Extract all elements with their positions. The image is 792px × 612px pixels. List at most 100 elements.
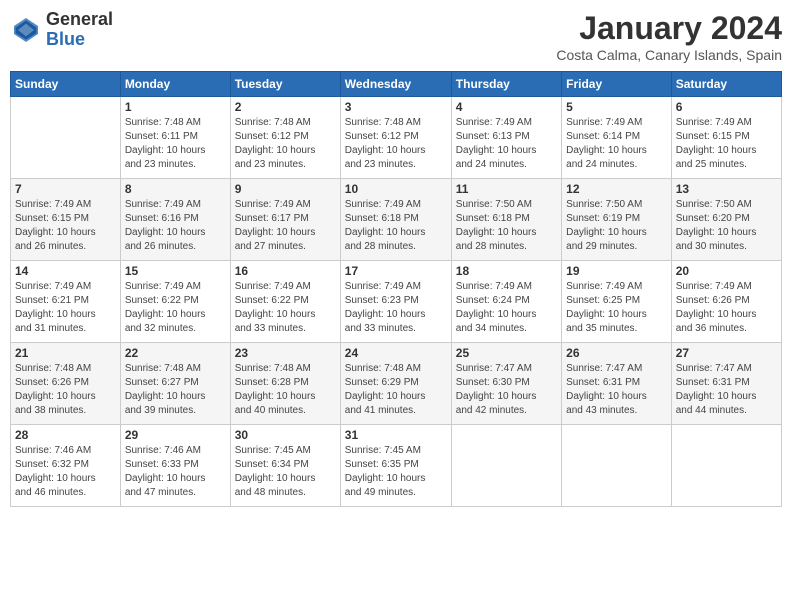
logo-text: General Blue (46, 10, 113, 50)
calendar-cell: 23 Sunrise: 7:48 AM Sunset: 6:28 PM Dayli… (230, 343, 340, 425)
calendar-cell: 13Sunrise: 7:50 AM Sunset: 6:20 PM Dayli… (671, 179, 781, 261)
cell-content: Sunrise: 7:49 AM Sunset: 6:16 PM Dayligh… (125, 198, 226, 254)
cell-content: Sunrise: 7:47 AM Sunset: 6:31 PM Dayligh… (566, 362, 667, 418)
calendar-cell: 20Sunrise: 7:49 AM Sunset: 6:26 PM Dayli… (671, 261, 781, 343)
day-number: 1 (125, 100, 226, 114)
day-header-saturday: Saturday (671, 72, 781, 97)
calendar-cell: 22 Sunrise: 7:48 AM Sunset: 6:27 PM Dayli… (120, 343, 230, 425)
calendar-cell: 24Sunrise: 7:48 AM Sunset: 6:29 PM Dayli… (340, 343, 451, 425)
calendar-cell: 15 Sunrise: 7:49 AM Sunset: 6:22 PM Dayli… (120, 261, 230, 343)
day-header-monday: Monday (120, 72, 230, 97)
cell-content: Sunrise: 7:49 AM Sunset: 6:17 PM Dayligh… (235, 198, 336, 254)
cell-content: Sunrise: 7:49 AM Sunset: 6:15 PM Dayligh… (15, 198, 116, 254)
calendar-cell: 18 Sunrise: 7:49 AM Sunset: 6:24 PM Dayli… (451, 261, 561, 343)
day-number: 14 (15, 264, 116, 278)
calendar-cell: 2Sunrise: 7:48 AM Sunset: 6:12 PM Daylig… (230, 97, 340, 179)
logo-icon (10, 14, 42, 46)
cell-content: Sunrise: 7:48 AM Sunset: 6:27 PM Dayligh… (125, 362, 226, 418)
week-row-5: 28 Sunrise: 7:46 AM Sunset: 6:32 PM Dayli… (11, 425, 782, 507)
cell-content: Sunrise: 7:49 AM Sunset: 6:24 PM Dayligh… (456, 280, 557, 336)
calendar-cell: 21 Sunrise: 7:48 AM Sunset: 6:26 PM Dayli… (11, 343, 121, 425)
day-number: 30 (235, 428, 336, 442)
cell-content: Sunrise: 7:49 AM Sunset: 6:22 PM Dayligh… (235, 280, 336, 336)
day-number: 29 (125, 428, 226, 442)
page-header: General Blue January 2024 Costa Calma, C… (10, 10, 782, 63)
day-number: 27 (676, 346, 777, 360)
cell-content: Sunrise: 7:50 AM Sunset: 6:19 PM Dayligh… (566, 198, 667, 254)
day-number: 23 (235, 346, 336, 360)
day-number: 25 (456, 346, 557, 360)
day-number: 21 (15, 346, 116, 360)
day-header-friday: Friday (562, 72, 672, 97)
calendar-cell: 1Sunrise: 7:48 AM Sunset: 6:11 PM Daylig… (120, 97, 230, 179)
day-number: 22 (125, 346, 226, 360)
day-number: 7 (15, 182, 116, 196)
calendar-header: SundayMondayTuesdayWednesdayThursdayFrid… (11, 72, 782, 97)
cell-content: Sunrise: 7:49 AM Sunset: 6:14 PM Dayligh… (566, 116, 667, 172)
day-number: 15 (125, 264, 226, 278)
day-number: 10 (345, 182, 447, 196)
calendar-cell: 28 Sunrise: 7:46 AM Sunset: 6:32 PM Dayli… (11, 425, 121, 507)
calendar-cell: 17 Sunrise: 7:49 AM Sunset: 6:23 PM Dayli… (340, 261, 451, 343)
week-row-2: 7 Sunrise: 7:49 AM Sunset: 6:15 PM Daylig… (11, 179, 782, 261)
cell-content: Sunrise: 7:50 AM Sunset: 6:20 PM Dayligh… (676, 198, 777, 254)
calendar-cell: 3Sunrise: 7:48 AM Sunset: 6:12 PM Daylig… (340, 97, 451, 179)
calendar-cell: 9 Sunrise: 7:49 AM Sunset: 6:17 PM Daylig… (230, 179, 340, 261)
day-number: 5 (566, 100, 667, 114)
location-subtitle: Costa Calma, Canary Islands, Spain (556, 47, 782, 63)
day-header-tuesday: Tuesday (230, 72, 340, 97)
day-number: 16 (235, 264, 336, 278)
day-number: 24 (345, 346, 447, 360)
day-header-wednesday: Wednesday (340, 72, 451, 97)
cell-content: Sunrise: 7:49 AM Sunset: 6:26 PM Dayligh… (676, 280, 777, 336)
cell-content: Sunrise: 7:49 AM Sunset: 6:25 PM Dayligh… (566, 280, 667, 336)
calendar-cell: 8 Sunrise: 7:49 AM Sunset: 6:16 PM Daylig… (120, 179, 230, 261)
day-number: 28 (15, 428, 116, 442)
day-number: 9 (235, 182, 336, 196)
calendar-cell: 25 Sunrise: 7:47 AM Sunset: 6:30 PM Dayli… (451, 343, 561, 425)
calendar-cell: 14 Sunrise: 7:49 AM Sunset: 6:21 PM Dayli… (11, 261, 121, 343)
week-row-1: 1Sunrise: 7:48 AM Sunset: 6:11 PM Daylig… (11, 97, 782, 179)
cell-content: Sunrise: 7:48 AM Sunset: 6:26 PM Dayligh… (15, 362, 116, 418)
calendar-cell (11, 97, 121, 179)
cell-content: Sunrise: 7:45 AM Sunset: 6:35 PM Dayligh… (345, 444, 447, 500)
day-number: 18 (456, 264, 557, 278)
calendar-cell: 26Sunrise: 7:47 AM Sunset: 6:31 PM Dayli… (562, 343, 672, 425)
calendar-cell: 19 Sunrise: 7:49 AM Sunset: 6:25 PM Dayli… (562, 261, 672, 343)
cell-content: Sunrise: 7:47 AM Sunset: 6:30 PM Dayligh… (456, 362, 557, 418)
day-number: 31 (345, 428, 447, 442)
calendar-table: SundayMondayTuesdayWednesdayThursdayFrid… (10, 71, 782, 507)
title-area: January 2024 Costa Calma, Canary Islands… (556, 10, 782, 63)
calendar-cell: 29 Sunrise: 7:46 AM Sunset: 6:33 PM Dayli… (120, 425, 230, 507)
cell-content: Sunrise: 7:48 AM Sunset: 6:28 PM Dayligh… (235, 362, 336, 418)
month-title: January 2024 (556, 10, 782, 47)
week-row-4: 21 Sunrise: 7:48 AM Sunset: 6:26 PM Dayli… (11, 343, 782, 425)
calendar-cell: 31 Sunrise: 7:45 AM Sunset: 6:35 PM Dayli… (340, 425, 451, 507)
calendar-cell: 12Sunrise: 7:50 AM Sunset: 6:19 PM Dayli… (562, 179, 672, 261)
calendar-cell: 7 Sunrise: 7:49 AM Sunset: 6:15 PM Daylig… (11, 179, 121, 261)
day-number: 17 (345, 264, 447, 278)
day-number: 3 (345, 100, 447, 114)
day-header-sunday: Sunday (11, 72, 121, 97)
day-number: 11 (456, 182, 557, 196)
cell-content: Sunrise: 7:49 AM Sunset: 6:21 PM Dayligh… (15, 280, 116, 336)
calendar-cell: 4 Sunrise: 7:49 AM Sunset: 6:13 PM Daylig… (451, 97, 561, 179)
calendar-cell: 5 Sunrise: 7:49 AM Sunset: 6:14 PM Daylig… (562, 97, 672, 179)
cell-content: Sunrise: 7:49 AM Sunset: 6:13 PM Dayligh… (456, 116, 557, 172)
day-number: 19 (566, 264, 667, 278)
cell-content: Sunrise: 7:50 AM Sunset: 6:18 PM Dayligh… (456, 198, 557, 254)
calendar-cell: 30 Sunrise: 7:45 AM Sunset: 6:34 PM Dayli… (230, 425, 340, 507)
cell-content: Sunrise: 7:49 AM Sunset: 6:23 PM Dayligh… (345, 280, 447, 336)
calendar-cell (562, 425, 672, 507)
calendar-cell: 16 Sunrise: 7:49 AM Sunset: 6:22 PM Dayli… (230, 261, 340, 343)
day-number: 8 (125, 182, 226, 196)
cell-content: Sunrise: 7:46 AM Sunset: 6:33 PM Dayligh… (125, 444, 226, 500)
calendar-cell: 27Sunrise: 7:47 AM Sunset: 6:31 PM Dayli… (671, 343, 781, 425)
cell-content: Sunrise: 7:46 AM Sunset: 6:32 PM Dayligh… (15, 444, 116, 500)
cell-content: Sunrise: 7:49 AM Sunset: 6:22 PM Dayligh… (125, 280, 226, 336)
day-number: 6 (676, 100, 777, 114)
day-number: 4 (456, 100, 557, 114)
cell-content: Sunrise: 7:45 AM Sunset: 6:34 PM Dayligh… (235, 444, 336, 500)
day-header-thursday: Thursday (451, 72, 561, 97)
cell-content: Sunrise: 7:48 AM Sunset: 6:12 PM Dayligh… (235, 116, 336, 172)
